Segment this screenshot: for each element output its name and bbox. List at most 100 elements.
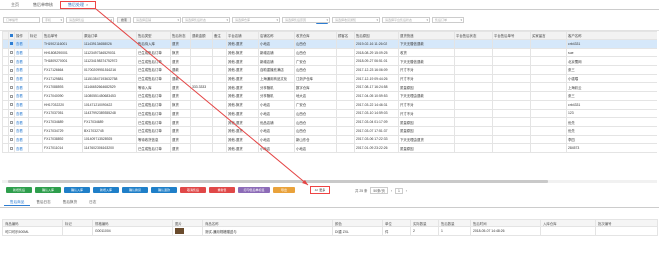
table-cell <box>212 143 227 153</box>
row-checkbox[interactable] <box>10 42 13 46</box>
row-checkbox[interactable] <box>10 129 13 133</box>
subtab-exchange[interactable]: 售后换货 <box>57 200 83 205</box>
table-cell: 山西仓 <box>294 117 337 127</box>
filter-field[interactable]: 请选择店铺 <box>133 17 181 23</box>
table-cell[interactable]: 查看 <box>14 82 29 93</box>
action-button[interactable]: 确认退款 <box>151 187 177 193</box>
action-button[interactable]: 确认入库 <box>64 187 90 193</box>
table-cell: 小地店 <box>258 99 295 110</box>
table-cell[interactable]: 查看 <box>14 99 29 110</box>
table-row[interactable]: 查看 FX17034689 FX17034689 已生成售后订单 退货 其他-退货 优品店铺… <box>2 117 657 127</box>
filter-field[interactable]: 手机 <box>42 17 64 23</box>
row-checkbox[interactable] <box>10 85 13 89</box>
table-row[interactable]: 查看 FX17011014 1147602306163200 已生成售后订单 退货 其他-… <box>2 143 657 153</box>
prev-page-button[interactable]: ‹ <box>391 189 392 193</box>
row-checkbox[interactable] <box>10 94 13 98</box>
tab-aftersale-process[interactable]: 售后处理 × <box>60 0 97 9</box>
table-cell[interactable]: 查看 <box>14 73 29 84</box>
table-cell: 已生成售后订单 <box>136 65 171 75</box>
table-cell <box>454 91 493 101</box>
table-cell[interactable]: 查看 <box>14 56 29 67</box>
row-checkbox[interactable] <box>10 59 13 63</box>
filter-field[interactable]: 请选择售后状态 <box>182 17 230 23</box>
subtab-aftersale-log[interactable]: 售后日志 <box>30 200 56 205</box>
horizontal-scrollbar[interactable] <box>2 180 657 183</box>
action-button[interactable]: 打印售后单标签 <box>238 187 270 193</box>
table-row[interactable]: 查看 FX17088593 11146652664682529 等待入库 退货 333.3… <box>2 82 657 93</box>
action-button[interactable]: 新增售后 <box>6 187 32 193</box>
table-cell: 2017-12-23 16:06:09 <box>354 65 399 75</box>
table-cell: FX17126664 <box>42 65 83 75</box>
table-cell: 已生成售后订单 <box>136 73 171 84</box>
filter-field[interactable]: 订单编号 <box>3 17 40 23</box>
table-cell: 山西仓 <box>294 125 337 136</box>
filter-field[interactable]: 请选择收货通知 <box>332 17 380 23</box>
table-cell: 小地店 <box>258 143 295 153</box>
table-cell: 小地店 <box>294 143 337 153</box>
table-row[interactable]: 查看 FX17038892 101409713528925 等待收货信息 退货 其他-退货… <box>2 134 657 145</box>
next-page-button[interactable]: › <box>406 189 407 193</box>
row-checkbox[interactable] <box>10 77 13 81</box>
action-button[interactable]: 重新售 <box>209 187 235 193</box>
action-button[interactable]: 导出 <box>273 187 295 193</box>
table-cell <box>454 143 493 153</box>
table-row[interactable]: 查看 HH1808290001 11123497346529031 已生成售后订单 换货… <box>2 47 657 58</box>
table-row[interactable]: 查看 FX17129881 111513547193632758 已生成售后订单 退款 其… <box>2 73 657 84</box>
detail-row[interactable]: 可口可乐500ML G0011004 测试-通用规格赠送与 DI重 ZXL 件 2 1 201… <box>2 226 658 236</box>
table-row[interactable]: 查看 TH1902116001 111439134658026 售后待入库 退货 其他-退… <box>2 39 657 49</box>
search-button[interactable]: 搜索 <box>117 17 131 23</box>
table-cell[interactable]: 查看 <box>14 39 29 49</box>
filter-field[interactable]: 售后订单 <box>432 17 464 23</box>
row-checkbox[interactable] <box>10 111 13 115</box>
grid-header-cell: 原始订单 <box>82 31 137 40</box>
table-cell: 101471210090422 <box>82 99 137 110</box>
page-number[interactable]: 1 <box>394 188 403 194</box>
table-row[interactable]: 查看 FX17034729 BX17032745 已生成售后订单 退货 其他-退货 小地店山… <box>2 125 657 136</box>
filter-field[interactable]: 请选择仓库 <box>232 17 280 23</box>
table-cell[interactable]: 查看 <box>14 108 29 119</box>
more-button[interactable]: AI 更多 <box>310 186 330 194</box>
row-checkbox[interactable] <box>10 68 13 72</box>
row-checkbox[interactable] <box>10 103 13 107</box>
table-row[interactable]: 查看 FX17126664 01700209951516216 已生成售后订单 退款 其他… <box>2 65 657 75</box>
table-cell: 尺寸不对 <box>398 99 455 110</box>
row-checkbox[interactable] <box>10 138 13 142</box>
filter-field[interactable]: 请选择售后 <box>66 17 114 23</box>
tab-home[interactable]: 主页 <box>4 0 26 9</box>
scrollbar-thumb[interactable] <box>8 180 548 183</box>
table-row[interactable]: 查看 TH1809270001 111234198374752972 已生成售后订单退… <box>2 56 657 67</box>
table-cell[interactable]: 查看 <box>14 91 29 101</box>
table-cell[interactable]: 查看 <box>14 65 29 75</box>
table-cell[interactable]: 查看 <box>14 125 29 136</box>
table-cell[interactable]: 查看 <box>14 143 29 153</box>
action-button[interactable]: 确认换货 <box>122 187 148 193</box>
table-row[interactable]: 查看 FX17040090 11080551450683453 已生成售后订单 退货 其他… <box>2 91 657 101</box>
table-cell: 退货 <box>170 143 191 153</box>
table-cell: 已生成售后订单 <box>136 125 171 136</box>
table-cell[interactable]: 查看 <box>14 47 29 58</box>
table-cell <box>336 65 355 75</box>
table-row[interactable]: 查看 FX17037051 11437992389355248 已生成售后订单 退货 其他… <box>2 108 657 119</box>
row-checkbox[interactable] <box>10 146 13 150</box>
subtab-log[interactable]: 日志 <box>83 200 102 205</box>
detail-grid: 商品编码 标记 规格编码 图片 商品名称 颜色 单位 实际数量 售后数量 售后时间 入库仓库 批次编号… <box>2 219 658 236</box>
select-all-checkbox[interactable] <box>10 34 13 38</box>
filter-field[interactable]: 请选择售后原因 <box>282 17 330 23</box>
table-cell: 退货 <box>170 56 191 67</box>
action-button[interactable]: 取消售后 <box>180 187 206 193</box>
table-row[interactable]: 查看 HH17032220 101471210090422 已生成售后订单 换货 其他-换… <box>2 99 657 110</box>
row-checkbox[interactable] <box>10 51 13 55</box>
tab-aftersale-audit[interactable]: 售后单审核 <box>26 0 60 9</box>
table-cell[interactable]: 查看 <box>14 134 29 145</box>
detail-header-cell: 规格编码 <box>92 219 173 227</box>
table-cell <box>530 56 567 67</box>
table-cell[interactable]: 查看 <box>14 117 29 127</box>
action-button[interactable]: 确认入库 <box>35 187 61 193</box>
close-icon[interactable]: × <box>86 2 88 7</box>
filter-field[interactable]: 请选择平台售后状态 <box>382 17 430 23</box>
table-cell: 换货 <box>170 47 191 58</box>
row-checkbox[interactable] <box>10 120 13 124</box>
action-button[interactable]: 新增入库 <box>93 187 119 193</box>
per-page-select[interactable]: 50条/页 <box>370 187 388 194</box>
subtab-aftersale-goods[interactable]: 售后商品 <box>4 200 31 206</box>
